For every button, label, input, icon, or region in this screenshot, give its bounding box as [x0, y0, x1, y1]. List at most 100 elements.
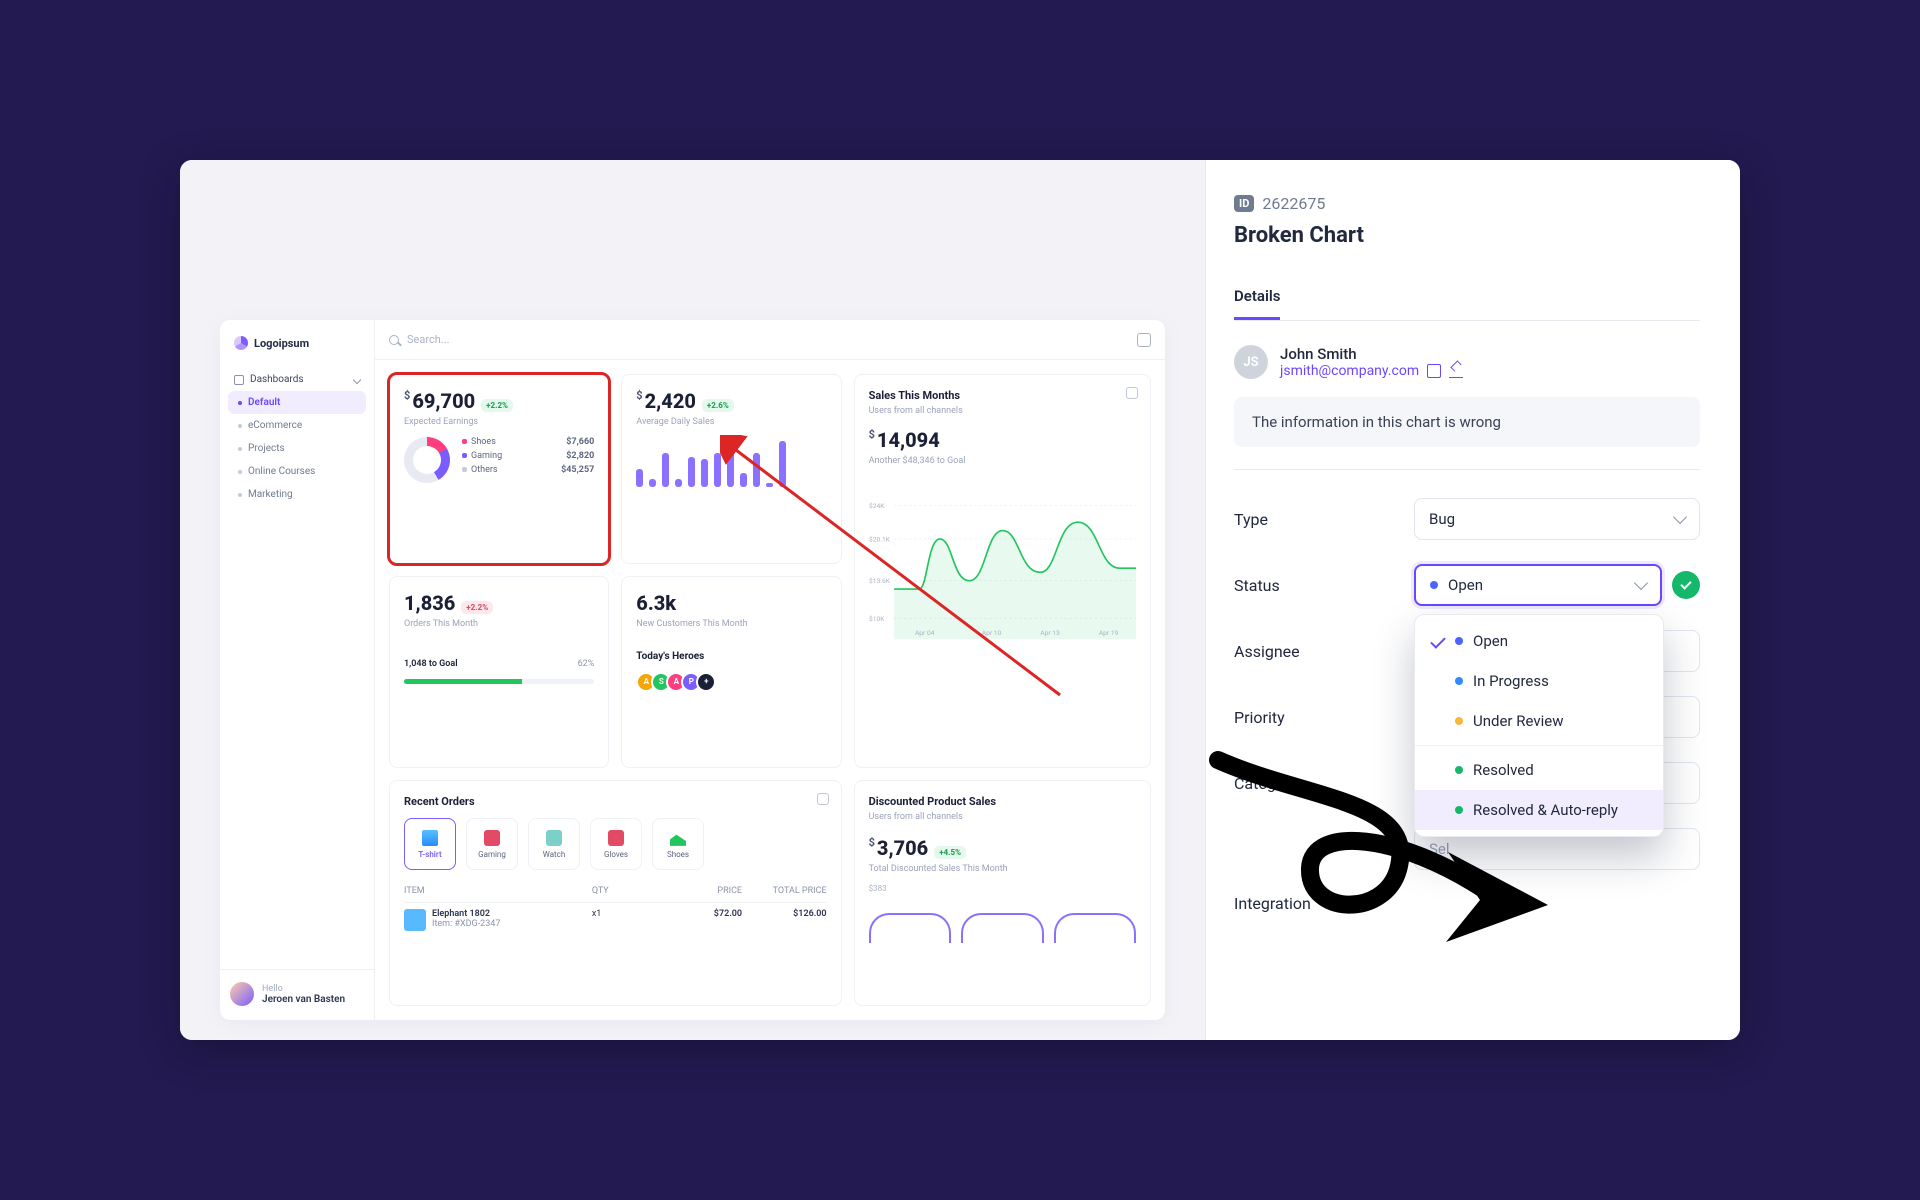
- expand-icon[interactable]: [1126, 387, 1138, 399]
- nav-item-label: Default: [248, 397, 280, 408]
- tab-gaming[interactable]: Gaming: [466, 818, 518, 870]
- status-option[interactable]: Open: [1415, 621, 1663, 661]
- reporter-email-row: jsmith@company.com: [1280, 363, 1463, 379]
- sales-sub: Users from all channels: [869, 406, 1136, 416]
- field-label: Integration: [1234, 894, 1414, 913]
- nav-item-label: eCommerce: [248, 420, 302, 431]
- chevron-down-icon: [1673, 510, 1687, 524]
- field-label: Priority: [1234, 708, 1414, 727]
- widget-discounted: Discounted Product Sales Users from all …: [854, 780, 1151, 1006]
- field-label: Category: [1234, 774, 1414, 793]
- avatar: [230, 982, 254, 1006]
- discount-humps: [869, 903, 1136, 943]
- dashboard-sidebar: Logoipsum Dashboards Default eCommerce P…: [220, 320, 375, 1020]
- reporter-name: John Smith: [1280, 345, 1463, 363]
- field-integration: Integration: [1234, 894, 1700, 913]
- orders-progress: [404, 679, 594, 684]
- status-dot: [1430, 581, 1438, 589]
- orders-delta: +2.2%: [461, 601, 493, 614]
- field-label: Status: [1234, 576, 1414, 595]
- nav-item-label: Online Courses: [248, 466, 315, 477]
- status-option-label: Under Review: [1473, 712, 1563, 730]
- ticket-title: Broken Chart: [1234, 223, 1700, 248]
- discount-sub: Users from all channels: [869, 812, 1136, 822]
- status-color-dot: [1455, 806, 1463, 814]
- grid-icon: [234, 375, 244, 385]
- tab-details[interactable]: Details: [1234, 287, 1280, 320]
- sales-title: Sales This Months: [869, 389, 1136, 402]
- chevron-down-icon: [353, 375, 361, 383]
- svg-text:$24K: $24K: [869, 502, 885, 510]
- daily-bars: [636, 441, 826, 487]
- status-option-label: Resolved & Auto-reply: [1473, 801, 1618, 819]
- nav-item-courses[interactable]: Online Courses: [228, 460, 366, 483]
- edit-icon[interactable]: [1449, 364, 1463, 378]
- nav-item-ecommerce[interactable]: eCommerce: [228, 414, 366, 437]
- nav-group-label: Dashboards: [250, 374, 304, 385]
- orders-value: 1,836+2.2%: [404, 591, 594, 615]
- svg-text:Apr 13: Apr 13: [1040, 629, 1060, 637]
- reporter-email[interactable]: jsmith@company.com: [1280, 363, 1419, 379]
- discount-sub2: Total Discounted Sales This Month: [869, 864, 1136, 874]
- widget-sales-month: Sales This Months Users from all channel…: [854, 374, 1151, 768]
- dashboard-topbar: Search...: [375, 320, 1165, 360]
- expand-icon[interactable]: [817, 793, 829, 805]
- tab-gloves[interactable]: Gloves: [590, 818, 642, 870]
- customers-value: 6.3k: [636, 591, 826, 615]
- check-icon: [1430, 633, 1446, 649]
- status-option[interactable]: Resolved & Auto-reply: [1415, 790, 1663, 830]
- heroes-title: Today's Heroes: [636, 651, 826, 662]
- copy-icon[interactable]: [1427, 364, 1441, 378]
- recent-table: ITEMQTYPRICETOTAL PRICE Elephant 1802Ite…: [404, 880, 827, 937]
- tab-tshirt[interactable]: T-shirt: [404, 818, 456, 870]
- svg-text:$20.1K: $20.1K: [869, 535, 891, 543]
- ticket-reporter: JS John Smith jsmith@company.com: [1234, 345, 1700, 379]
- ticket-note: The information in this chart is wrong: [1234, 397, 1700, 447]
- daily-value: $2,420+2.6%: [636, 389, 826, 413]
- nav-item-default[interactable]: Default: [228, 391, 366, 414]
- status-option-label: Open: [1473, 632, 1508, 650]
- widget-expected-earnings: $69,700+2.2% Expected Earnings Shoes$7,6…: [389, 374, 609, 564]
- calendar-icon[interactable]: [1137, 333, 1151, 347]
- type-select[interactable]: Bug: [1414, 498, 1700, 540]
- orders-label: Orders This Month: [404, 619, 594, 629]
- nav-item-label: Marketing: [248, 489, 293, 500]
- status-color-dot: [1455, 717, 1463, 725]
- status-option[interactable]: In Progress: [1415, 661, 1663, 701]
- orders-goal: 1,048 to Goal: [404, 659, 458, 669]
- field-label: Type: [1234, 510, 1414, 529]
- svg-text:$13.6K: $13.6K: [869, 577, 891, 585]
- widget-orders: 1,836+2.2% Orders This Month 1,048 to Go…: [389, 576, 609, 769]
- discount-ytick: $383: [869, 884, 1136, 893]
- widget-daily-sales: $2,420+2.6% Average Daily Sales: [621, 374, 841, 564]
- search-input[interactable]: Search...: [407, 333, 450, 346]
- tab-watch[interactable]: Watch: [528, 818, 580, 870]
- earnings-label: Expected Earnings: [404, 417, 594, 427]
- search-icon: [389, 335, 399, 345]
- earnings-legend: Shoes$7,660 Gaming$2,820 Others$45,257: [462, 435, 594, 477]
- nav-group-dashboards[interactable]: Dashboards: [228, 368, 366, 391]
- orders-pct: 62%: [578, 659, 595, 669]
- field-status: Status Open OpenIn ProgressUnder ReviewR…: [1234, 564, 1700, 606]
- status-value: Open: [1448, 576, 1483, 594]
- sidebar-user[interactable]: Hello Jeroen van Basten: [220, 969, 374, 1020]
- svg-text:Apr 10: Apr 10: [981, 629, 1001, 637]
- nav-item-marketing[interactable]: Marketing: [228, 483, 366, 506]
- daily-label: Average Daily Sales: [636, 417, 826, 427]
- field-type: Type Bug: [1234, 498, 1700, 540]
- status-select[interactable]: Open: [1414, 564, 1662, 606]
- confirm-button[interactable]: [1672, 571, 1700, 599]
- widget-recent-orders: Recent Orders T-shirt Gaming Watch Glove…: [389, 780, 842, 1006]
- sales-value: $14,094: [869, 428, 1136, 452]
- tab-shoes[interactable]: Shoes: [652, 818, 704, 870]
- logo-icon: [234, 336, 248, 350]
- status-option[interactable]: Resolved: [1415, 750, 1663, 790]
- status-option[interactable]: Under Review: [1415, 701, 1663, 741]
- nav-item-projects[interactable]: Projects: [228, 437, 366, 460]
- recent-tabs: T-shirt Gaming Watch Gloves Shoes: [404, 818, 827, 870]
- shoes-icon: [670, 830, 686, 846]
- discount-delta: +4.5%: [934, 846, 966, 859]
- table-row[interactable]: Elephant 1802Item: #XDG-2347 x1 $72.00 $…: [404, 902, 827, 937]
- chevron-down-icon: [1634, 576, 1648, 590]
- heroes-row: ASAP+: [636, 672, 826, 692]
